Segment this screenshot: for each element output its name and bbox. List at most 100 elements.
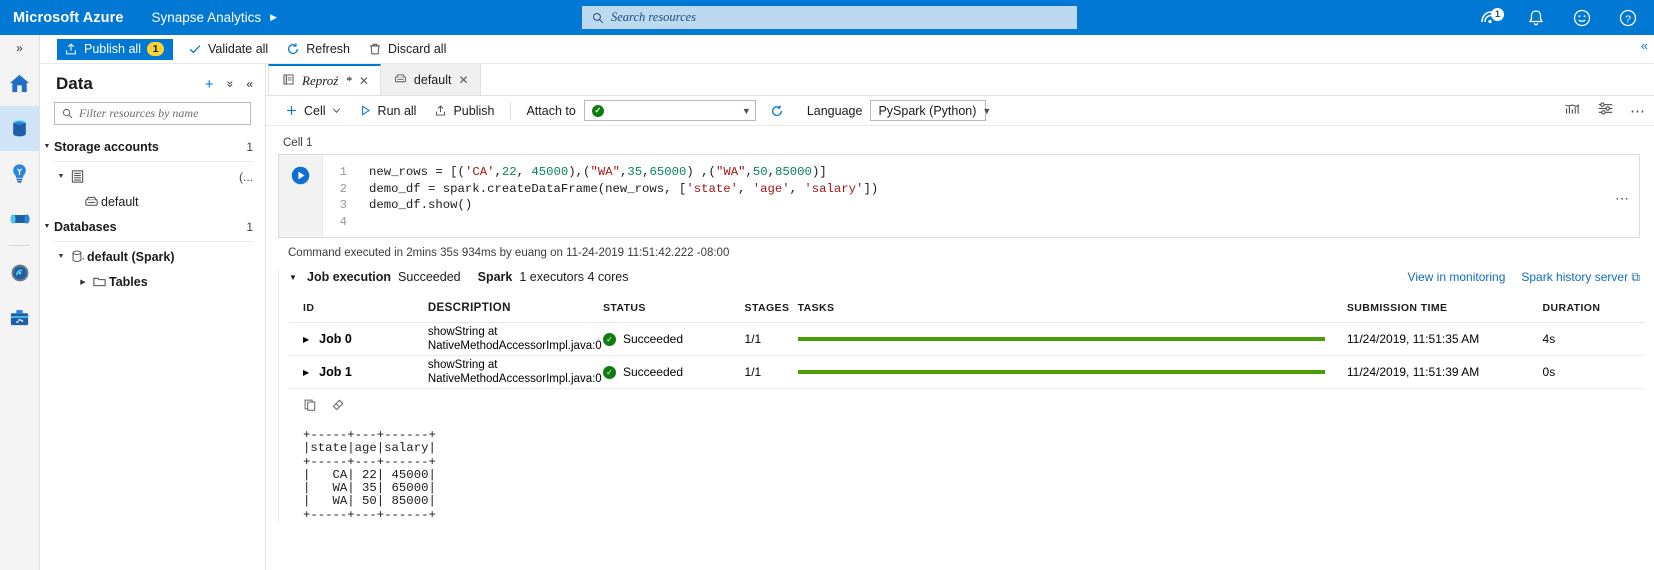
tree-node-storage-account[interactable]: ▼ (... bbox=[40, 164, 265, 189]
job-execution-header: ▼ Job execution Succeeded Spark 1 execut… bbox=[289, 270, 1654, 284]
more-actions-chevron-icon[interactable]: » bbox=[224, 81, 236, 88]
breadcrumb[interactable]: Synapse Analytics ▶ bbox=[152, 10, 277, 25]
tree-divider bbox=[54, 161, 253, 162]
svg-text:?: ? bbox=[1625, 13, 1631, 25]
code-line: 1 new_rows = [('CA',22, 45000),("WA",35,… bbox=[323, 164, 1639, 181]
sidebar-item-monitor[interactable] bbox=[0, 250, 39, 295]
chevron-right-icon[interactable]: ▶ bbox=[303, 368, 309, 377]
tree-node-default-spark[interactable]: ▼ * default (Spark) bbox=[40, 244, 265, 269]
svg-text:*: * bbox=[82, 257, 85, 264]
publish-icon bbox=[64, 42, 78, 56]
tree-count-storage-accounts: 1 bbox=[246, 140, 253, 154]
chevron-down-icon: ▼ bbox=[54, 253, 68, 260]
status-success-icon: ✓ bbox=[603, 366, 616, 379]
col-header-stages: STAGES bbox=[745, 302, 798, 314]
spark-database-icon: * bbox=[68, 249, 87, 264]
notebook-settings-icon[interactable] bbox=[1597, 100, 1614, 122]
spark-detail: 1 executors 4 cores bbox=[519, 270, 628, 284]
publish-all-button[interactable]: Publish all 1 bbox=[57, 39, 173, 60]
tasks-progress-bar bbox=[798, 370, 1325, 374]
sidebar-item-manage[interactable] bbox=[0, 295, 39, 340]
page-title: Data bbox=[56, 74, 205, 94]
storage-account-icon bbox=[68, 169, 87, 184]
tree-node-storage-accounts[interactable]: ▼ Storage accounts 1 bbox=[40, 134, 265, 159]
jobs-table-header: ID DESCRIPTION STATUS STAGES TASKS SUBMI… bbox=[289, 293, 1645, 323]
chevron-down-icon[interactable]: ▼ bbox=[289, 273, 300, 282]
search-icon bbox=[592, 12, 604, 24]
cell-more-icon[interactable]: ⋯ bbox=[1615, 190, 1630, 207]
validate-all-button[interactable]: Validate all bbox=[179, 39, 277, 60]
job-duration-cell: 0s bbox=[1543, 365, 1645, 379]
add-resource-icon[interactable]: + bbox=[205, 77, 214, 92]
tree-node-databases[interactable]: ▼ Databases 1 bbox=[40, 214, 265, 239]
tab-default[interactable]: default ✕ bbox=[381, 64, 481, 95]
integrate-icon bbox=[8, 207, 32, 231]
cloud-shell-icon[interactable]: 1 bbox=[1480, 8, 1500, 28]
run-all-button[interactable]: Run all bbox=[350, 102, 426, 120]
feedback-smiley-icon[interactable] bbox=[1572, 8, 1592, 28]
job-submission-time-cell: 11/24/2019, 11:51:39 AM bbox=[1347, 365, 1543, 379]
tree-node-tables[interactable]: ▶ Tables bbox=[40, 269, 265, 294]
notifications-bell-icon[interactable] bbox=[1526, 8, 1546, 28]
breadcrumb-label[interactable]: Synapse Analytics bbox=[152, 10, 262, 25]
discard-all-button[interactable]: Discard all bbox=[359, 39, 455, 60]
job-execution-status: Succeeded bbox=[398, 270, 461, 284]
collapse-right-panel-icon[interactable]: « bbox=[1641, 38, 1648, 53]
expand-nav-icon[interactable]: » bbox=[0, 35, 39, 61]
code-editor[interactable]: 1 new_rows = [('CA',22, 45000),("WA",35,… bbox=[323, 155, 1639, 237]
run-cell-icon[interactable] bbox=[290, 165, 311, 186]
data-icon bbox=[8, 117, 31, 140]
sidebar-item-integrate[interactable] bbox=[0, 196, 39, 241]
table-row[interactable]: ▶ Job 0 showString at NativeMethodAccess… bbox=[289, 323, 1645, 356]
data-panel-header: Data + » « bbox=[40, 64, 265, 100]
global-search-box[interactable]: Search resources bbox=[582, 6, 1077, 29]
job-description-cell: showString at NativeMethodAccessorImpl.j… bbox=[428, 325, 603, 353]
add-cell-button[interactable]: Cell bbox=[276, 102, 350, 120]
spark-history-server-link[interactable]: Spark history server ⧉ bbox=[1521, 270, 1640, 285]
chevron-right-icon[interactable]: ▶ bbox=[303, 335, 309, 344]
sidebar-item-data[interactable] bbox=[0, 106, 39, 151]
tab-label-repro: Reproź bbox=[302, 73, 338, 89]
sidebar-item-develop[interactable] bbox=[0, 151, 39, 196]
monitor-icon bbox=[9, 262, 31, 284]
search-icon bbox=[62, 108, 73, 119]
sidebar-item-home[interactable] bbox=[0, 61, 39, 106]
refresh-session-button[interactable] bbox=[756, 102, 793, 120]
filter-resources-input[interactable]: Filter resources by name bbox=[54, 102, 251, 125]
collapse-panel-icon[interactable]: « bbox=[246, 78, 253, 90]
azure-logo[interactable]: Microsoft Azure bbox=[13, 10, 124, 26]
outline-icon[interactable] bbox=[1564, 100, 1581, 122]
chevron-down-icon: ▼ bbox=[40, 143, 54, 150]
job-duration-cell: 4s bbox=[1543, 332, 1645, 346]
publish-all-label: Publish all bbox=[84, 42, 141, 56]
copy-icon[interactable] bbox=[303, 398, 317, 417]
line-number: 4 bbox=[323, 214, 369, 231]
refresh-button[interactable]: Refresh bbox=[277, 39, 359, 60]
add-cell-label: Cell bbox=[304, 104, 326, 118]
tab-notebook-repro[interactable]: Reproź * ✕ bbox=[268, 64, 381, 95]
play-icon bbox=[359, 104, 372, 117]
job-status-cell: ✓ Succeeded bbox=[603, 332, 745, 346]
language-select[interactable]: PySpark (Python) ▼ bbox=[870, 100, 986, 121]
close-icon[interactable]: ✕ bbox=[359, 74, 369, 88]
job-status-label: Succeeded bbox=[623, 332, 683, 346]
attach-to-select[interactable]: ✓ ▼ bbox=[584, 100, 756, 121]
line-number: 2 bbox=[323, 181, 369, 198]
table-row[interactable]: ▶ Job 1 showString at NativeMethodAccess… bbox=[289, 356, 1645, 389]
help-question-icon[interactable]: ? bbox=[1618, 8, 1638, 28]
status-ok-icon: ✓ bbox=[592, 105, 604, 117]
view-in-monitoring-link[interactable]: View in monitoring bbox=[1408, 270, 1506, 285]
chevron-down-icon: ▼ bbox=[40, 223, 54, 230]
notebook-more-icon[interactable]: ⋯ bbox=[1630, 102, 1646, 120]
cell-label: Cell 1 bbox=[283, 137, 1654, 149]
tree-node-default-container[interactable]: default bbox=[40, 189, 265, 214]
editor-tab-strip: Reproź * ✕ default ✕ bbox=[266, 64, 1654, 96]
manage-icon bbox=[8, 306, 31, 329]
col-header-submission-time: SUBMISSION TIME bbox=[1347, 302, 1543, 314]
publish-button[interactable]: Publish bbox=[425, 102, 503, 120]
cell-gutter bbox=[279, 155, 323, 237]
job-description-cell: showString at NativeMethodAccessorImpl.j… bbox=[428, 358, 603, 386]
clear-output-icon[interactable] bbox=[331, 398, 345, 417]
job-submission-time-cell: 11/24/2019, 11:51:35 AM bbox=[1347, 332, 1543, 346]
close-icon[interactable]: ✕ bbox=[458, 73, 468, 87]
